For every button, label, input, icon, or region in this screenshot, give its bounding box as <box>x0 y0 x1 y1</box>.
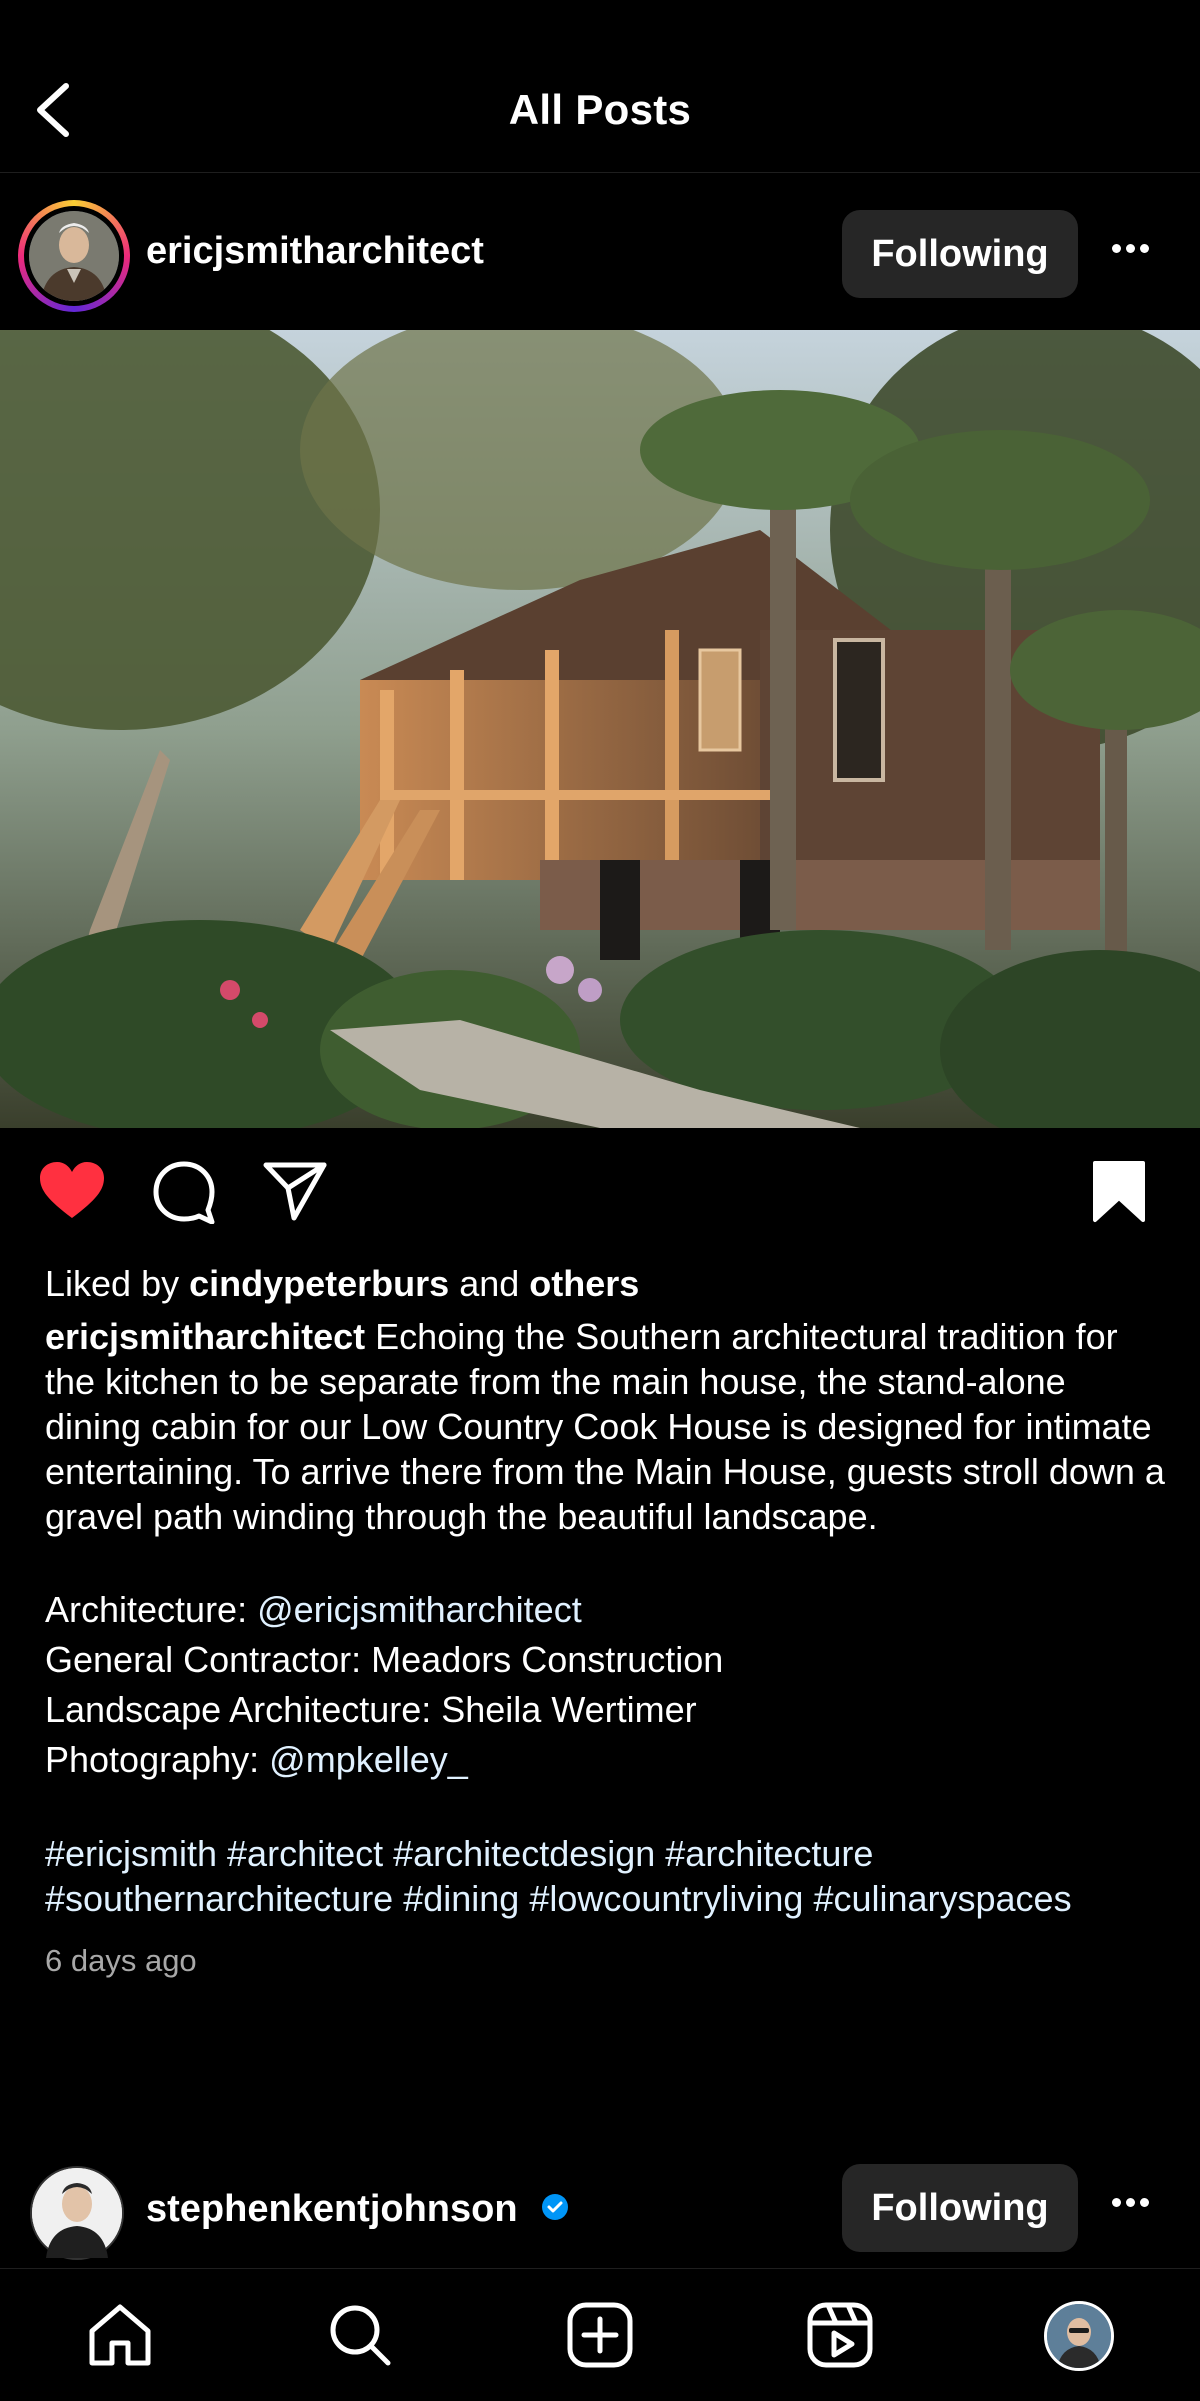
following-button[interactable]: Following <box>842 210 1078 298</box>
home-icon <box>89 2304 151 2366</box>
bottom-tab-bar <box>0 2268 1200 2401</box>
liked-by-username[interactable]: cindypeterburs <box>189 1263 449 1304</box>
credit-photography: Photography: @mpkelley_ <box>45 1739 468 1780</box>
comment-icon <box>153 1161 215 1225</box>
more-options-icon[interactable] <box>1112 2194 1160 2224</box>
post-caption: ericjsmitharchitect Echoing the Southern… <box>45 1314 1165 1539</box>
tab-profile[interactable] <box>1044 2301 1114 2371</box>
share-button[interactable] <box>262 1160 328 1227</box>
profile-avatar-icon <box>1047 2304 1111 2368</box>
bookmark-filled-icon <box>1093 1161 1145 1222</box>
liked-by-others[interactable]: others <box>529 1263 639 1304</box>
post-actions <box>0 1150 1200 1240</box>
caption-username[interactable]: ericjsmitharchitect <box>45 1316 365 1357</box>
likes-summary[interactable]: Liked by cindypeterburs and others <box>45 1262 1165 1306</box>
page-title: All Posts <box>508 86 692 133</box>
mention-link[interactable]: @ericjsmitharchitect <box>257 1589 582 1630</box>
post-username[interactable]: ericjsmitharchitect <box>146 230 484 273</box>
credits-list: Architecture: @ericjsmitharchitect Gener… <box>45 1585 1165 1785</box>
heart-filled-icon <box>40 1162 104 1218</box>
save-button[interactable] <box>1092 1160 1146 1229</box>
avatar-story-ring[interactable] <box>18 200 130 312</box>
comment-button[interactable] <box>152 1160 216 1229</box>
credit-architecture: Architecture: @ericjsmitharchitect <box>45 1589 582 1630</box>
post-timestamp: 6 days ago <box>45 1943 197 1978</box>
post-image[interactable] <box>0 330 1200 1128</box>
next-post-header: stephenkentjohnson Following <box>0 2160 1200 2260</box>
tab-search[interactable] <box>324 2299 396 2371</box>
tab-reels[interactable] <box>804 2299 876 2371</box>
post-header: ericjsmitharchitect Following <box>0 190 1200 320</box>
credit-landscape-architecture: Landscape Architecture: Sheila Wertimer <box>45 1689 697 1730</box>
reels-icon <box>807 2302 873 2368</box>
following-button[interactable]: Following <box>842 2164 1078 2252</box>
create-icon <box>567 2302 633 2368</box>
tab-home[interactable] <box>84 2299 156 2371</box>
verified-badge-icon <box>540 2192 570 2222</box>
avatar <box>29 211 119 301</box>
search-icon <box>330 2305 391 2366</box>
top-bar: All Posts <box>0 0 1200 173</box>
hashtags[interactable]: #ericjsmith #architect #architectdesign … <box>45 1831 1165 1921</box>
tab-create[interactable] <box>564 2299 636 2371</box>
paper-plane-icon <box>263 1162 327 1221</box>
credit-general-contractor: General Contractor: Meadors Construction <box>45 1639 724 1680</box>
more-options-icon[interactable] <box>1112 240 1160 270</box>
like-button[interactable] <box>38 1160 106 1227</box>
post-username[interactable]: stephenkentjohnson <box>146 2188 518 2231</box>
post-caption-area: Liked by cindypeterburs and others ericj… <box>45 1262 1165 1979</box>
avatar[interactable] <box>30 2166 124 2260</box>
mention-link[interactable]: @mpkelley_ <box>269 1739 468 1780</box>
